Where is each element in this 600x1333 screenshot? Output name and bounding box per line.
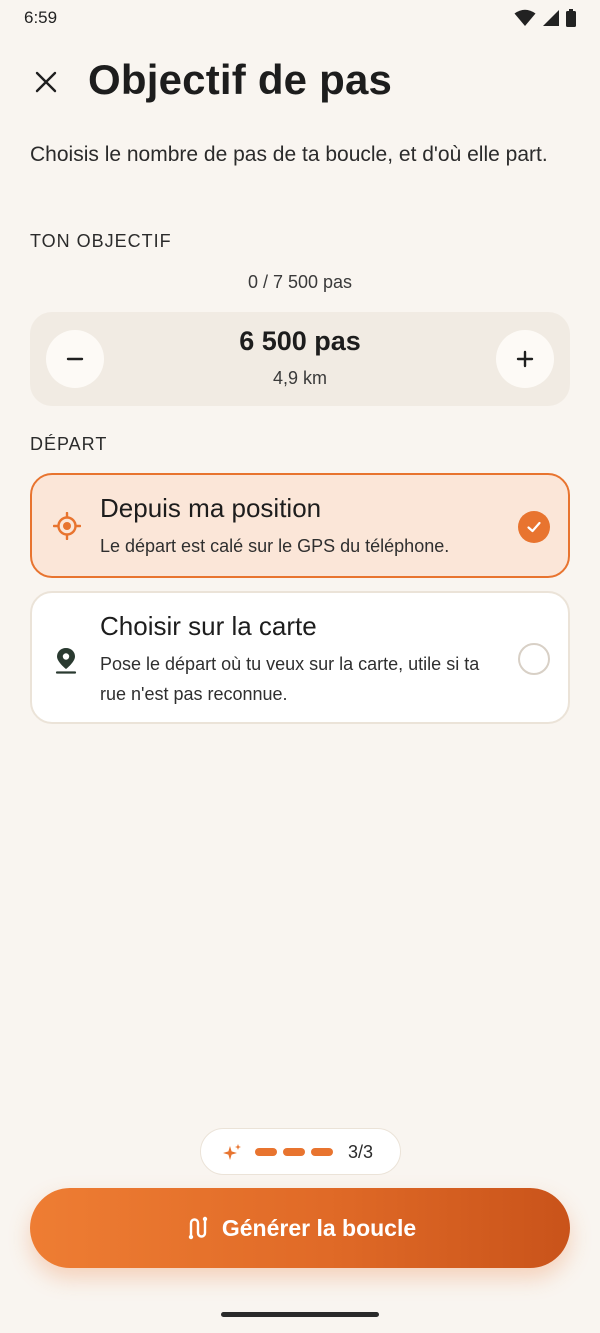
selected-check xyxy=(518,511,550,543)
route-icon xyxy=(188,1216,208,1240)
battery-icon xyxy=(566,9,576,27)
header: Objectif de pas xyxy=(0,52,600,114)
step-goal-stepper: 6 500 pas 4,9 km xyxy=(30,312,570,406)
step-goal-distance: 4,9 km xyxy=(272,368,328,388)
option-current-position[interactable]: Depuis ma position Le départ est calé su… xyxy=(30,473,570,578)
option-choose-on-map[interactable]: Choisir sur la carte Pose le départ où t… xyxy=(30,591,570,724)
option-title: Depuis ma position xyxy=(100,493,322,523)
status-time: 6:59 xyxy=(24,8,58,27)
intro-text: Choisis le nombre de pas de ta boucle, e… xyxy=(30,143,548,166)
home-indicator[interactable] xyxy=(221,1312,379,1317)
step-dash xyxy=(255,1148,277,1156)
step-dash xyxy=(311,1148,333,1156)
option-title: Choisir sur la carte xyxy=(100,611,317,641)
option-description: Le départ est calé sur le GPS du télépho… xyxy=(100,536,450,556)
status-bar: 6:59 xyxy=(0,0,600,36)
step-goal-value: 6 500 pas xyxy=(239,326,361,356)
status-icons xyxy=(514,9,576,27)
option-description: Pose le départ où tu veux sur la carte, … xyxy=(100,654,480,704)
signal-icon xyxy=(543,10,559,26)
generate-loop-label: Générer la boucle xyxy=(221,1214,417,1241)
close-button[interactable] xyxy=(26,62,66,102)
goal-section-label: TON OBJECTIF xyxy=(30,231,172,251)
step-count: 3/3 xyxy=(348,1142,374,1162)
check-icon xyxy=(527,521,541,533)
wifi-icon xyxy=(514,9,536,26)
wizard-step-indicator: 3/3 xyxy=(200,1128,401,1175)
close-icon xyxy=(35,71,57,93)
departure-section-label: DÉPART xyxy=(30,434,108,454)
step-dash xyxy=(283,1148,305,1156)
sparkle-icon xyxy=(223,1144,241,1160)
page-title: Objectif de pas xyxy=(88,56,393,103)
goal-progress: 0 / 7 500 pas xyxy=(247,272,353,292)
generate-loop-button[interactable]: Générer la boucle xyxy=(30,1188,570,1268)
unselected-radio xyxy=(518,643,550,675)
map-pin-icon xyxy=(52,645,80,675)
plus-icon xyxy=(516,350,534,368)
gps-target-icon xyxy=(52,511,82,541)
increase-button[interactable] xyxy=(496,330,554,388)
